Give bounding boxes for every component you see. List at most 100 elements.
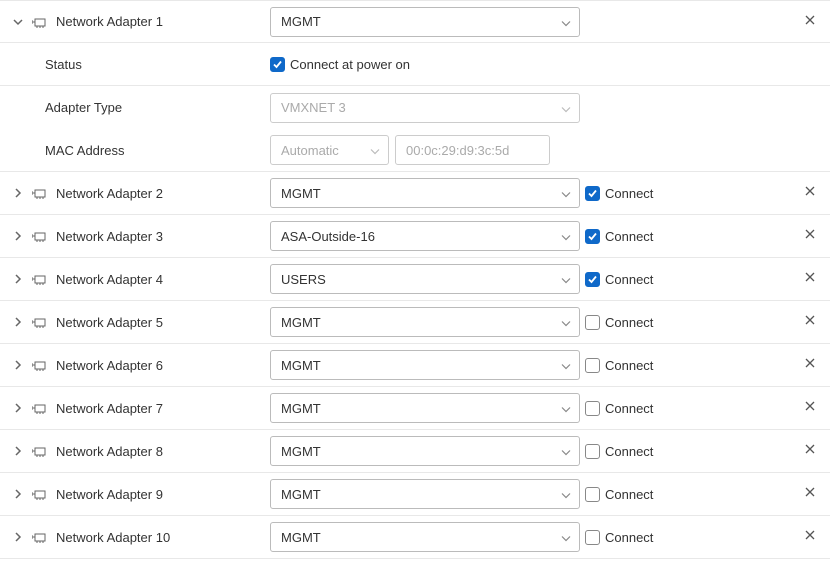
adapter-label-col: Network Adapter 3 xyxy=(0,229,270,244)
adapter-label: Network Adapter 7 xyxy=(56,401,163,416)
chevron-right-icon[interactable] xyxy=(12,445,24,457)
chevron-right-icon[interactable] xyxy=(12,187,24,199)
close-icon[interactable] xyxy=(804,400,816,416)
network-adapter-icon xyxy=(32,358,48,372)
network-adapter-icon xyxy=(32,15,48,29)
adapter-label: Network Adapter 6 xyxy=(56,358,163,373)
adapter-row-5: Network Adapter 5 MGMT Connect xyxy=(0,301,830,344)
network-select-col: MGMT xyxy=(270,436,585,466)
adapter-row-7: Network Adapter 7 MGMT Connect xyxy=(0,387,830,430)
connect-checkbox[interactable] xyxy=(585,401,600,416)
network-select-value: MGMT xyxy=(281,315,321,330)
chevron-right-icon[interactable] xyxy=(12,359,24,371)
mac-mode-select: Automatic xyxy=(270,135,389,165)
network-adapter-icon xyxy=(32,272,48,286)
chevron-down-icon xyxy=(561,444,571,459)
close-icon[interactable] xyxy=(804,185,816,201)
network-select-col: MGMT xyxy=(270,522,585,552)
connect-checkbox[interactable] xyxy=(585,229,600,244)
close-icon[interactable] xyxy=(804,14,816,30)
close-icon[interactable] xyxy=(804,271,816,287)
adapter-row-8: Network Adapter 8 MGMT Connect xyxy=(0,430,830,473)
remove-col xyxy=(790,14,830,30)
remove-col xyxy=(790,529,830,545)
adapter-type-select: VMXNET 3 xyxy=(270,93,580,123)
adapter-row-4: Network Adapter 4 USERS Connect xyxy=(0,258,830,301)
connect-checkbox[interactable] xyxy=(585,272,600,287)
network-select[interactable]: MGMT xyxy=(270,522,580,552)
chevron-right-icon[interactable] xyxy=(12,273,24,285)
adapter-row-9: Network Adapter 9 MGMT Connect xyxy=(0,473,830,516)
connect-label: Connect xyxy=(605,229,653,244)
connect-label: Connect xyxy=(605,315,653,330)
chevron-down-icon xyxy=(561,487,571,502)
connect-checkbox[interactable] xyxy=(585,530,600,545)
network-select[interactable]: MGMT xyxy=(270,7,580,37)
chevron-down-icon xyxy=(561,229,571,244)
adapter-type-label-col: Adapter Type xyxy=(0,100,270,115)
adapter-type-label: Adapter Type xyxy=(45,100,122,115)
chevron-down-icon xyxy=(561,315,571,330)
adapter-label-col: Network Adapter 9 xyxy=(0,487,270,502)
adapter-row-6: Network Adapter 6 MGMT Connect xyxy=(0,344,830,387)
adapter-label: Network Adapter 10 xyxy=(56,530,170,545)
connect-col: Connect xyxy=(585,315,790,330)
chevron-right-icon[interactable] xyxy=(12,488,24,500)
connect-col: Connect xyxy=(585,401,790,416)
chevron-down-icon xyxy=(370,143,380,158)
network-select[interactable]: MGMT xyxy=(270,479,580,509)
chevron-down-icon xyxy=(561,14,571,29)
close-icon[interactable] xyxy=(804,357,816,373)
network-select-value: MGMT xyxy=(281,444,321,459)
network-select-col: MGMT xyxy=(270,393,585,423)
close-icon[interactable] xyxy=(804,529,816,545)
adapter-label-col: Network Adapter 5 xyxy=(0,315,270,330)
connect-checkbox[interactable] xyxy=(585,358,600,373)
network-select[interactable]: USERS xyxy=(270,264,580,294)
chevron-right-icon[interactable] xyxy=(12,316,24,328)
network-select[interactable]: ASA-Outside-16 xyxy=(270,221,580,251)
network-select-col: MGMT xyxy=(270,479,585,509)
connect-checkbox[interactable] xyxy=(585,487,600,502)
network-select[interactable]: MGMT xyxy=(270,307,580,337)
remove-col xyxy=(790,228,830,244)
adapter-label: Network Adapter 8 xyxy=(56,444,163,459)
mac-label: MAC Address xyxy=(45,143,124,158)
network-adapter-icon xyxy=(32,186,48,200)
chevron-down-icon xyxy=(561,530,571,545)
close-icon[interactable] xyxy=(804,443,816,459)
chevron-down-icon xyxy=(561,358,571,373)
network-select[interactable]: MGMT xyxy=(270,178,580,208)
network-select-value: USERS xyxy=(281,272,326,287)
close-icon[interactable] xyxy=(804,314,816,330)
adapter-label: Network Adapter 5 xyxy=(56,315,163,330)
network-select-value: MGMT xyxy=(281,186,321,201)
connect-label: Connect xyxy=(605,358,653,373)
mac-address-input[interactable] xyxy=(395,135,550,165)
network-select-value: MGMT xyxy=(281,530,321,545)
network-adapter-icon xyxy=(32,401,48,415)
connect-checkbox[interactable] xyxy=(585,444,600,459)
close-icon[interactable] xyxy=(804,228,816,244)
mac-value-col: Automatic xyxy=(270,135,585,165)
connect-checkbox[interactable] xyxy=(585,186,600,201)
adapter-label: Network Adapter 9 xyxy=(56,487,163,502)
adapter-label: Network Adapter 4 xyxy=(56,272,163,287)
connect-poweron-checkbox[interactable] xyxy=(270,57,285,72)
remove-col xyxy=(790,314,830,330)
connect-label: Connect xyxy=(605,272,653,287)
network-select[interactable]: MGMT xyxy=(270,350,580,380)
connect-checkbox[interactable] xyxy=(585,315,600,330)
network-select[interactable]: MGMT xyxy=(270,393,580,423)
connect-col: Connect xyxy=(585,444,790,459)
connect-label: Connect xyxy=(605,186,653,201)
connect-col: Connect xyxy=(585,487,790,502)
chevron-right-icon[interactable] xyxy=(12,230,24,242)
connect-poweron-label: Connect at power on xyxy=(290,57,410,72)
chevron-down-icon[interactable] xyxy=(12,16,24,28)
chevron-right-icon[interactable] xyxy=(12,531,24,543)
network-select[interactable]: MGMT xyxy=(270,436,580,466)
chevron-right-icon[interactable] xyxy=(12,402,24,414)
close-icon[interactable] xyxy=(804,486,816,502)
network-adapter-icon xyxy=(32,487,48,501)
